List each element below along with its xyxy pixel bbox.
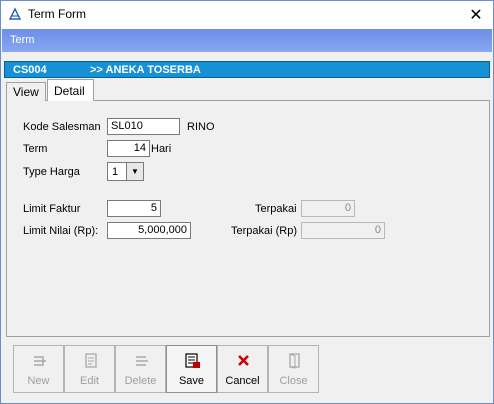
customer-bar: CS004 >> ANEKA TOSERBA (4, 61, 490, 78)
close-icon: ✕ (469, 7, 483, 24)
salesman-code-input[interactable]: SL010 (107, 118, 180, 135)
term-form-window: Term Form ✕ Term CS004 >> ANEKA TOSERBA … (0, 0, 494, 404)
app-icon (8, 7, 22, 20)
form-header-label: Term (10, 34, 35, 46)
close-button[interactable]: Close (268, 345, 319, 393)
new-button-label: New (27, 375, 50, 387)
door-icon (289, 353, 300, 369)
terpakai-rp-field: 0 (301, 222, 385, 239)
edit-icon (85, 353, 97, 368)
new-button[interactable]: New (13, 345, 64, 393)
terpakai-field: 0 (301, 200, 355, 217)
tab-detail-label: Detail (54, 84, 85, 98)
delete-button[interactable]: Delete (115, 345, 166, 393)
save-button[interactable]: Save (166, 345, 217, 393)
delete-icon (136, 356, 148, 366)
save-button-label: Save (178, 375, 205, 387)
close-window-button[interactable]: ✕ (459, 1, 493, 29)
type-harga-label: Type Harga (23, 166, 80, 178)
form-header: Term (2, 29, 492, 52)
salesman-label: Kode Salesman (23, 121, 101, 133)
detail-panel: Kode Salesman SL010 RINO Term 14 Hari Ty… (6, 100, 490, 337)
limit-nilai-input[interactable]: 5,000,000 (107, 222, 191, 239)
tab-detail[interactable]: Detail (47, 79, 94, 101)
salesman-name: RINO (187, 121, 215, 133)
edit-button[interactable]: Edit (64, 345, 115, 393)
tab-view-label: View (13, 85, 39, 99)
term-unit-label: Hari (151, 143, 172, 155)
term-label: Term (23, 143, 48, 155)
cancel-icon (238, 355, 249, 366)
new-icon (34, 356, 46, 366)
terpakai-label: Terpakai (255, 203, 297, 215)
cancel-button[interactable]: Cancel (217, 345, 268, 393)
chevron-down-icon[interactable]: ▼ (126, 163, 143, 180)
terpakai-rp-label: Terpakai (Rp) (231, 225, 298, 237)
close-button-label: Close (279, 375, 308, 387)
edit-button-label: Edit (80, 375, 99, 387)
customer-code: CS004 (13, 64, 47, 76)
customer-name: >> ANEKA TOSERBA (90, 64, 201, 76)
cancel-button-label: Cancel (225, 375, 260, 387)
title-bar: Term Form ✕ (1, 1, 493, 29)
window-title: Term Form (28, 7, 86, 21)
limit-nilai-label: Limit Nilai (Rp): (23, 225, 99, 237)
term-input[interactable]: 14 (107, 140, 150, 157)
limit-faktur-input[interactable]: 5 (107, 200, 161, 217)
save-icon (185, 353, 200, 368)
limit-faktur-label: Limit Faktur (23, 203, 81, 215)
delete-button-label: Delete (124, 375, 157, 387)
tab-view[interactable]: View (6, 82, 46, 101)
type-harga-select[interactable]: 1 ▼ (107, 162, 144, 181)
type-harga-value: 1 (112, 166, 119, 178)
